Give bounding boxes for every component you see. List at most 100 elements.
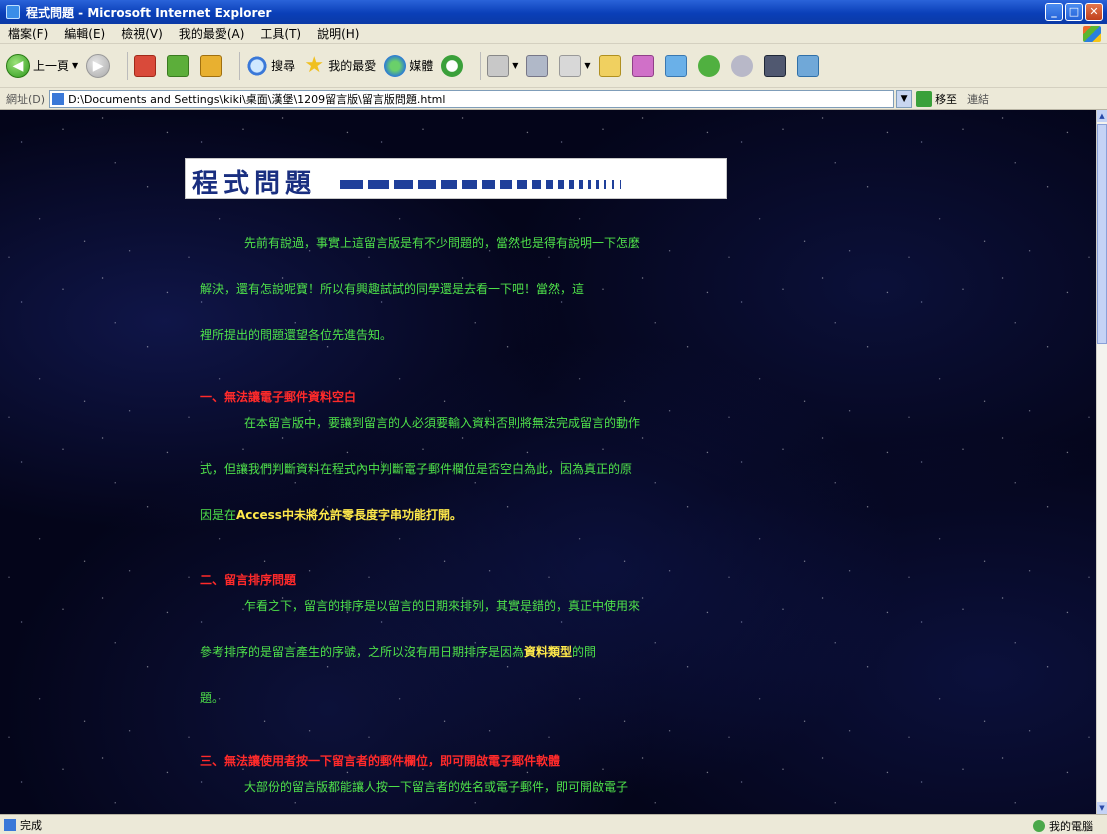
messenger-icon — [664, 54, 687, 77]
intro-line-2: 解決，還有怎說呢寶！所以有興趣試試的同學還是去看一下吧！當然，這 — [200, 282, 585, 296]
address-value: D:\Documents and Settings\kiki\桌面\漢堡\120… — [68, 92, 446, 106]
section3-paragraph: 大部份的留言版都能讓人按一下留言者的姓名或電子郵件，即可開啟電子 — [200, 764, 628, 810]
scroll-thumb[interactable] — [1097, 124, 1107, 344]
calculator-icon — [763, 54, 786, 77]
section2-line-3: 題。 — [200, 691, 225, 705]
toolbar-separator — [127, 51, 129, 80]
minimize-button[interactable]: _ — [1045, 3, 1063, 21]
menu-file[interactable]: 檔案(F) — [0, 25, 56, 42]
users-icon — [796, 54, 819, 77]
intro-paragraph: 先前有說過，事實上這留言版是有不少問題的，當然也是得有說明一下怎麼 解決，還有怎… — [200, 220, 640, 358]
toolbar-separator — [239, 51, 241, 80]
page-viewport: 程式問題 先前有說過，事實上這留言版是有不少問題的，當然也是得有說明一下怎麼 解… — [0, 110, 1096, 814]
history-icon — [441, 54, 464, 77]
history-button[interactable] — [441, 54, 466, 77]
menu-help[interactable]: 說明(H) — [309, 25, 367, 42]
address-input[interactable]: D:\Documents and Settings\kiki\桌面\漢堡\120… — [49, 89, 895, 108]
go-button[interactable]: 移至 — [916, 90, 958, 107]
menu-tools[interactable]: 工具(T) — [252, 25, 309, 42]
toolbar-separator — [480, 51, 482, 80]
back-label: 上一頁 — [33, 59, 70, 73]
home-button[interactable] — [200, 54, 225, 77]
discuss-button[interactable] — [631, 54, 657, 77]
back-arrow-icon: ◀ — [6, 53, 30, 78]
mail-button[interactable]: ▼ — [487, 54, 518, 77]
vertical-scrollbar[interactable]: ▲ ▼ — [1096, 110, 1107, 814]
section2-line-2: 參考排序的是留言產生的序號，之所以沒有用日期排序是因為資料類型的問 — [200, 629, 640, 675]
page-banner: 程式問題 — [185, 158, 727, 199]
stop-button[interactable] — [134, 54, 159, 77]
folder-button[interactable] — [598, 54, 624, 77]
media-label: 媒體 — [409, 59, 434, 73]
section2-line-2-suffix: 的問 — [572, 645, 597, 659]
favorites-label: 我的最愛 — [328, 59, 377, 73]
section1-paragraph: 在本留言版中，要讓到留言的人必須要輸入資料否則將無法完成留言的動作 式，但讓我們… — [200, 400, 640, 538]
back-dropdown-icon[interactable]: ▼ — [72, 61, 78, 70]
research-icon — [697, 54, 720, 77]
mail-icon — [487, 54, 510, 77]
maximize-button[interactable]: □ — [1065, 3, 1083, 21]
standard-toolbar: ◀ 上一頁 ▼ ▶ 搜尋 ★ 我的最愛 媒體 ▼ ▼ — [0, 44, 1107, 88]
stop-icon — [134, 54, 157, 77]
go-label: 移至 — [935, 92, 958, 106]
calculator-button[interactable] — [763, 54, 789, 77]
page-icon — [52, 92, 65, 105]
discuss-icon — [631, 54, 654, 77]
links-button[interactable]: 連結 — [967, 91, 989, 107]
chat-icon — [730, 54, 753, 77]
home-icon — [200, 54, 223, 77]
page-done-icon — [4, 818, 16, 831]
edit-button[interactable]: ▼ — [559, 54, 591, 77]
ie-icon — [6, 5, 20, 19]
close-button[interactable]: ✕ — [1085, 3, 1103, 21]
menu-view[interactable]: 檢視(V) — [113, 25, 171, 42]
address-bar: 網址(D) D:\Documents and Settings\kiki\桌面\… — [0, 88, 1107, 110]
section3-line-1: 大部份的留言版都能讓人按一下留言者的姓名或電子郵件，即可開啟電子 — [244, 780, 629, 794]
title-bar: 程式問題 - Microsoft Internet Explorer _ □ ✕ — [0, 0, 1107, 24]
section1-line-2: 式，但讓我們判斷資料在程式內中判斷電子郵件欄位是否空白為此，因為真正的原 — [200, 462, 633, 476]
media-icon — [384, 54, 407, 77]
menu-favorites[interactable]: 我的最愛(A) — [171, 25, 253, 42]
media-button[interactable]: 媒體 — [384, 54, 434, 77]
back-button[interactable]: ◀ 上一頁 ▼ — [6, 53, 78, 78]
scroll-up-arrow-icon[interactable]: ▲ — [1097, 110, 1107, 122]
refresh-icon — [167, 54, 190, 77]
section1-line-1: 在本留言版中，要讓到留言的人必須要輸入資料否則將無法完成留言的動作 — [244, 416, 641, 430]
address-label: 網址(D) — [6, 92, 46, 106]
status-bar: 完成 我的電腦 — [0, 814, 1107, 834]
refresh-button[interactable] — [167, 54, 192, 77]
menu-edit[interactable]: 編輯(E) — [56, 25, 113, 42]
section1-line-3-prefix: 因是在 — [200, 508, 237, 522]
menu-bar: 檔案(F) 編輯(E) 檢視(V) 我的最愛(A) 工具(T) 說明(H) — [0, 24, 1107, 44]
section2-highlight: 資料類型 — [524, 645, 573, 659]
forward-arrow-icon: ▶ — [86, 53, 111, 78]
scroll-down-arrow-icon[interactable]: ▼ — [1097, 802, 1107, 814]
section1-line-3: 因是在Access中未將允許零長度字串功能打開。 — [200, 492, 640, 538]
section1-highlight: Access中未將允許零長度字串功能打開。 — [236, 508, 462, 522]
zone-label: 我的電腦 — [1049, 820, 1093, 833]
folder-icon — [598, 54, 621, 77]
mail-dropdown-icon[interactable]: ▼ — [512, 61, 518, 70]
my-computer-icon — [1033, 820, 1045, 832]
intro-line-1: 先前有說過，事實上這留言版是有不少問題的，當然也是得有說明一下怎麼 — [244, 236, 641, 250]
forward-button[interactable]: ▶ — [86, 53, 113, 78]
print-icon — [526, 54, 549, 77]
window-title: 程式問題 - Microsoft Internet Explorer — [26, 5, 272, 20]
messenger-button[interactable] — [664, 54, 690, 77]
favorites-star-icon: ★ — [304, 52, 325, 78]
banner-title: 程式問題 — [192, 169, 317, 199]
chat-button[interactable] — [730, 54, 756, 77]
windows-logo-icon — [1083, 26, 1101, 42]
edit-dropdown-icon[interactable]: ▼ — [584, 61, 590, 70]
favorites-button[interactable]: ★ 我的最愛 — [303, 52, 377, 78]
go-arrow-icon — [916, 90, 933, 107]
print-button[interactable] — [526, 54, 551, 77]
users-button[interactable] — [796, 54, 822, 77]
section2-line-2-prefix: 參考排序的是留言產生的序號，之所以沒有用日期排序是因為 — [200, 645, 525, 659]
research-button[interactable] — [697, 54, 723, 77]
section2-line-1: 乍看之下，留言的排序是以留言的日期來排列，其實是錯的，真正中使用來 — [244, 599, 641, 613]
address-dropdown-icon[interactable]: ▼ — [896, 89, 913, 108]
status-text: 完成 — [20, 818, 42, 832]
search-icon — [246, 54, 269, 77]
search-button[interactable]: 搜尋 — [246, 54, 295, 77]
